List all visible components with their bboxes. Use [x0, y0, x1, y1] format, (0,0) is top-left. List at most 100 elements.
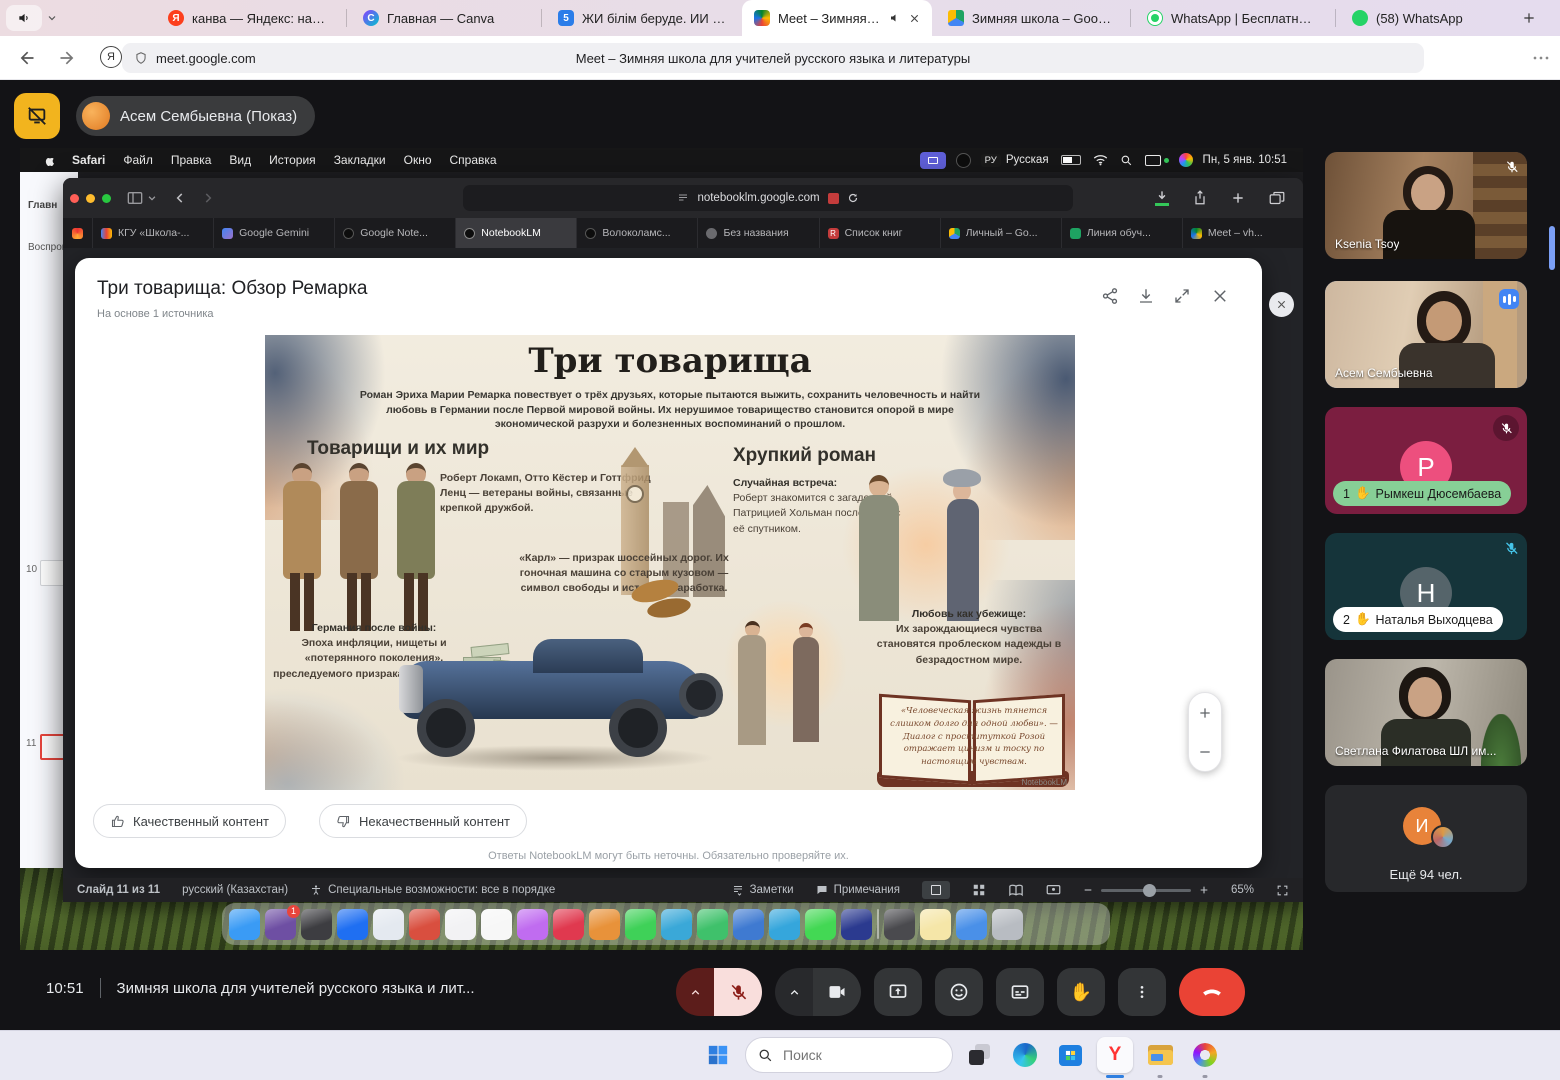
back-button[interactable] [16, 48, 36, 68]
menu-edit[interactable]: Правка [171, 153, 212, 167]
downloads-button[interactable] [1155, 190, 1169, 206]
participant-tile-asem-speaking[interactable]: Асем Сембыевна [1325, 281, 1527, 388]
browser-tab-drive[interactable]: Зимняя школа – Google Д [936, 0, 1126, 36]
dock-icon-safari[interactable] [373, 909, 404, 940]
view-filmstrip-button[interactable] [922, 881, 950, 899]
pinned-tab[interactable] [63, 218, 93, 248]
expand-button[interactable] [1170, 284, 1194, 308]
dock-icon-photos-app[interactable]: 1 [265, 909, 296, 940]
minimize-window-button[interactable] [86, 194, 95, 203]
zoom-slider[interactable] [1083, 885, 1209, 895]
zoom-controls[interactable] [1188, 692, 1222, 772]
dock-icon-photos[interactable] [481, 909, 512, 940]
tab-overview-icon[interactable] [1269, 191, 1285, 205]
spotlight-search-icon[interactable] [1120, 154, 1133, 167]
menu-safari[interactable]: Safari [72, 153, 105, 167]
reactions-button[interactable] [935, 968, 983, 1016]
dock-icon-app-store[interactable] [337, 909, 368, 940]
page-reload-icon[interactable] [847, 192, 859, 204]
dock-icon-itunes[interactable] [517, 909, 548, 940]
panel-close-button[interactable] [1269, 292, 1294, 317]
language-status[interactable]: русский (Казахстан) [182, 884, 288, 896]
zoom-in-icon[interactable] [1198, 706, 1212, 720]
safari-tab-4[interactable]: Волоколамс... [577, 218, 698, 248]
safari-tab-1[interactable]: Google Gemini [214, 218, 335, 248]
participant-tile-svetlana[interactable]: Светлана Филатова ШЛ им... [1325, 659, 1527, 766]
shield-menu-icon[interactable] [956, 153, 971, 168]
feedback-bad-button[interactable]: Некачественный контент [319, 804, 527, 838]
slide-counter[interactable]: Слайд 11 из 11 [77, 884, 160, 896]
browser-tab-slides[interactable]: 5 ЖИ білім беруде. ИИ в об [546, 0, 738, 36]
dock-icon-weather[interactable] [661, 909, 692, 940]
accessibility-status[interactable]: Специальные возможности: все в порядке [310, 884, 555, 896]
menu-file[interactable]: Файл [123, 153, 153, 167]
more-menu-icon[interactable] [1532, 51, 1550, 65]
mac-clock[interactable]: Пн, 5 янв. 10:51 [1203, 154, 1287, 166]
dock-icon-downloads-folder[interactable] [956, 909, 987, 940]
participant-tile-ksenia[interactable]: Ksenia Tsoy [1325, 152, 1527, 259]
wifi-icon[interactable] [1093, 154, 1108, 166]
share-button[interactable] [1193, 190, 1207, 206]
view-book-button[interactable] [1008, 884, 1024, 897]
new-tab-plus-icon[interactable] [1231, 191, 1245, 205]
dock-icon-mail[interactable] [409, 909, 440, 940]
task-view-button[interactable] [962, 1037, 998, 1073]
control-center-icon[interactable] [1179, 153, 1193, 167]
dock-icon-notes[interactable] [920, 909, 951, 940]
safari-tab-3-active[interactable]: NotebookLM [456, 218, 577, 248]
tab-audio-mute-button[interactable] [6, 5, 42, 31]
yandex-browser-button[interactable]: Y [1097, 1037, 1133, 1073]
browser-tab-meet-active[interactable]: Meet – Зимняя школ [742, 0, 932, 36]
safari-back-icon[interactable] [173, 191, 187, 205]
input-language-label[interactable]: Русская [1006, 154, 1049, 166]
end-call-button[interactable] [1179, 968, 1245, 1016]
safari-tab-6[interactable]: RСписок книг [820, 218, 941, 248]
safari-tab-2[interactable]: Google Note... [335, 218, 456, 248]
safari-forward-icon[interactable] [201, 191, 215, 205]
mic-off-button[interactable] [714, 968, 762, 1016]
forward-button[interactable] [58, 48, 78, 68]
dock-icon-home[interactable] [697, 909, 728, 940]
extension-badge-icon[interactable] [828, 193, 839, 204]
new-tab-button[interactable] [1514, 5, 1544, 31]
yandex-menu-button[interactable]: Я [100, 46, 122, 68]
safari-tab-8[interactable]: Линия обуч... [1062, 218, 1183, 248]
safari-tab-5[interactable]: Без названия [698, 218, 819, 248]
dock-icon-trash[interactable] [992, 909, 1023, 940]
maximize-window-button[interactable] [102, 194, 111, 203]
close-window-button[interactable] [70, 194, 79, 203]
search-input[interactable] [781, 1046, 931, 1064]
dock-icon-facetime[interactable] [625, 909, 656, 940]
url-field[interactable]: meet.google.com Meet – Зимняя школа для … [122, 43, 1424, 73]
dock-icon-whatsapp[interactable] [805, 909, 836, 940]
edge-button[interactable] [1007, 1037, 1043, 1073]
present-button[interactable] [874, 968, 922, 1016]
zoom-level[interactable]: 65% [1231, 884, 1254, 896]
comments-button[interactable]: Примечания [816, 884, 900, 896]
menu-help[interactable]: Справка [450, 153, 497, 167]
camera-options-button[interactable] [775, 968, 813, 1016]
share-button[interactable] [1098, 284, 1122, 308]
taskbar-search[interactable] [745, 1037, 953, 1073]
safari-tab-9[interactable]: Meet – vh... [1183, 218, 1303, 248]
dock-icon-finder[interactable] [229, 909, 260, 940]
presenter-view-button[interactable] [1046, 884, 1061, 896]
dock-icon-tv[interactable] [841, 909, 872, 940]
more-options-button[interactable] [1118, 968, 1166, 1016]
zoom-plus-icon[interactable] [1199, 885, 1209, 895]
raise-hand-button[interactable]: ✋ [1057, 968, 1105, 1016]
participant-tile-rymkesh[interactable]: Р 1 ✋ Рымкеш Дюсембаева [1325, 407, 1527, 514]
dock-icon-slides-doc[interactable] [445, 909, 476, 940]
presenter-pill[interactable]: Асем Сембыевна (Показ) [76, 96, 315, 136]
safari-tab-0[interactable]: КГУ «Школа-... [93, 218, 214, 248]
browser-tab-whatsapp[interactable]: (58) WhatsApp [1340, 0, 1510, 36]
yandex-start-button[interactable] [1187, 1037, 1223, 1073]
store-button[interactable] [1052, 1037, 1088, 1073]
presentation-warning-button[interactable] [14, 93, 60, 139]
slides-play-label[interactable]: Воспрои [28, 242, 67, 253]
close-button[interactable] [1208, 284, 1232, 308]
menu-history[interactable]: История [269, 153, 316, 167]
sidebar-scrollbar-thumb[interactable] [1549, 226, 1555, 270]
captions-button[interactable] [996, 968, 1044, 1016]
file-explorer-button[interactable] [1142, 1037, 1178, 1073]
